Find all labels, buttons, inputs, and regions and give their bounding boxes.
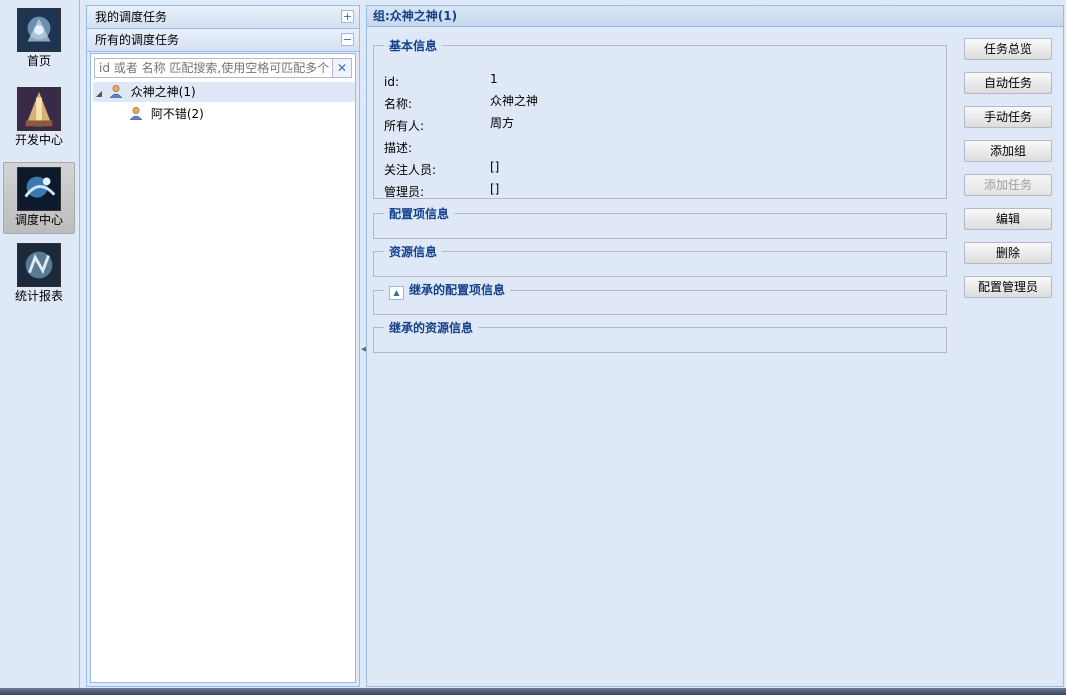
page-title: 组:众神之神(1) [367,6,1063,27]
inherited-config-section: ▲ 继承的配置项信息 [373,281,947,315]
tree-node-label: 阿不错(2) [150,107,204,121]
info-label: 关注人员: [384,163,437,177]
inherited-resource-section: 继承的资源信息 [373,319,947,353]
info-label: 名称: [384,97,413,111]
config-legend: 配置项信息 [389,207,450,221]
search-input[interactable] [95,59,333,77]
info-label: 描述: [384,141,413,155]
auto-task-button[interactable]: 自动任务 [964,72,1052,94]
manual-task-button[interactable]: 手动任务 [964,106,1052,128]
group-detail-panel: 组:众神之神(1) 基本信息 id: 1 名称: 众神之神 所有人: 周方 描述… [366,5,1064,687]
nav-item-home[interactable]: 首页 [3,4,75,74]
inherited-config-title: 继承的配置项信息 [409,283,506,297]
add-group-button[interactable]: 添加组 [964,140,1052,162]
info-value: [] [490,160,500,174]
resource-legend: 资源信息 [389,245,438,259]
search-box: ✕ [94,58,352,78]
info-value: 周方 [490,116,515,130]
basic-info-legend: 基本信息 [389,39,438,53]
delete-button[interactable]: 删除 [964,242,1052,264]
info-label: 管理员: [384,185,425,199]
basic-info-section: 基本信息 id: 1 名称: 众神之神 所有人: 周方 描述: 关注人员: []… [373,37,947,199]
info-value: 1 [490,72,498,86]
config-admin-button[interactable]: 配置管理员 [964,276,1052,298]
report-icon [17,243,61,287]
nav-label: 统计报表 [14,289,63,303]
nav-label: 调度中心 [14,213,63,227]
info-label: 所有人: [384,119,425,133]
nav-item-schedule-center[interactable]: 调度中心 [3,162,75,234]
add-task-button[interactable]: 添加任务 [964,174,1052,196]
left-nav: 首页 开发中心 调度中心 统计报表 [0,0,80,688]
info-value: [] [490,182,500,196]
info-label: id: [384,75,399,89]
info-value: 众神之神 [490,94,539,108]
home-icon [17,8,61,52]
tree-node-child[interactable]: 阿不错(2) [129,104,329,124]
collapse-toggle-icon[interactable]: ▲ [389,286,404,300]
edit-button[interactable]: 编辑 [964,208,1052,230]
inherited-resource-legend: 继承的资源信息 [389,321,474,335]
panel-splitter[interactable]: ◀ [360,5,366,687]
schedule-center-icon [17,167,61,211]
dev-center-icon [17,87,61,131]
nav-label: 首页 [26,54,51,68]
expand-arrow-icon[interactable]: ◢ [93,84,105,104]
tree-node-group[interactable]: ◢ 众神之神(1) [93,82,355,102]
user-icon [109,84,123,98]
tree-node-label: 众神之神(1) [130,85,196,99]
resource-section: 资源信息 [373,243,947,277]
user-icon [129,106,143,120]
bottom-bar [0,688,1066,695]
my-tasks-title: 我的调度任务 [95,10,168,24]
expand-icon[interactable]: + [341,10,354,23]
task-tree: ✕ ◢ 众神之神(1) 阿不错(2) [90,53,356,683]
nav-item-dev-center[interactable]: 开发中心 [3,83,75,153]
all-tasks-title: 所有的调度任务 [95,33,180,47]
my-tasks-header[interactable]: 我的调度任务 + [87,6,359,29]
all-tasks-header[interactable]: 所有的调度任务 − [87,29,359,52]
config-section: 配置项信息 [373,205,947,239]
nav-item-report[interactable]: 统计报表 [3,239,75,309]
clear-icon[interactable]: ✕ [332,59,351,77]
inherited-config-legend: ▲ 继承的配置项信息 [384,281,510,300]
nav-label: 开发中心 [14,133,63,147]
task-overview-button[interactable]: 任务总览 [964,38,1052,60]
task-tree-panel: 我的调度任务 + 所有的调度任务 − ✕ ◢ 众神之神(1) 阿不错(2) [86,5,360,687]
collapse-icon[interactable]: − [341,33,354,46]
